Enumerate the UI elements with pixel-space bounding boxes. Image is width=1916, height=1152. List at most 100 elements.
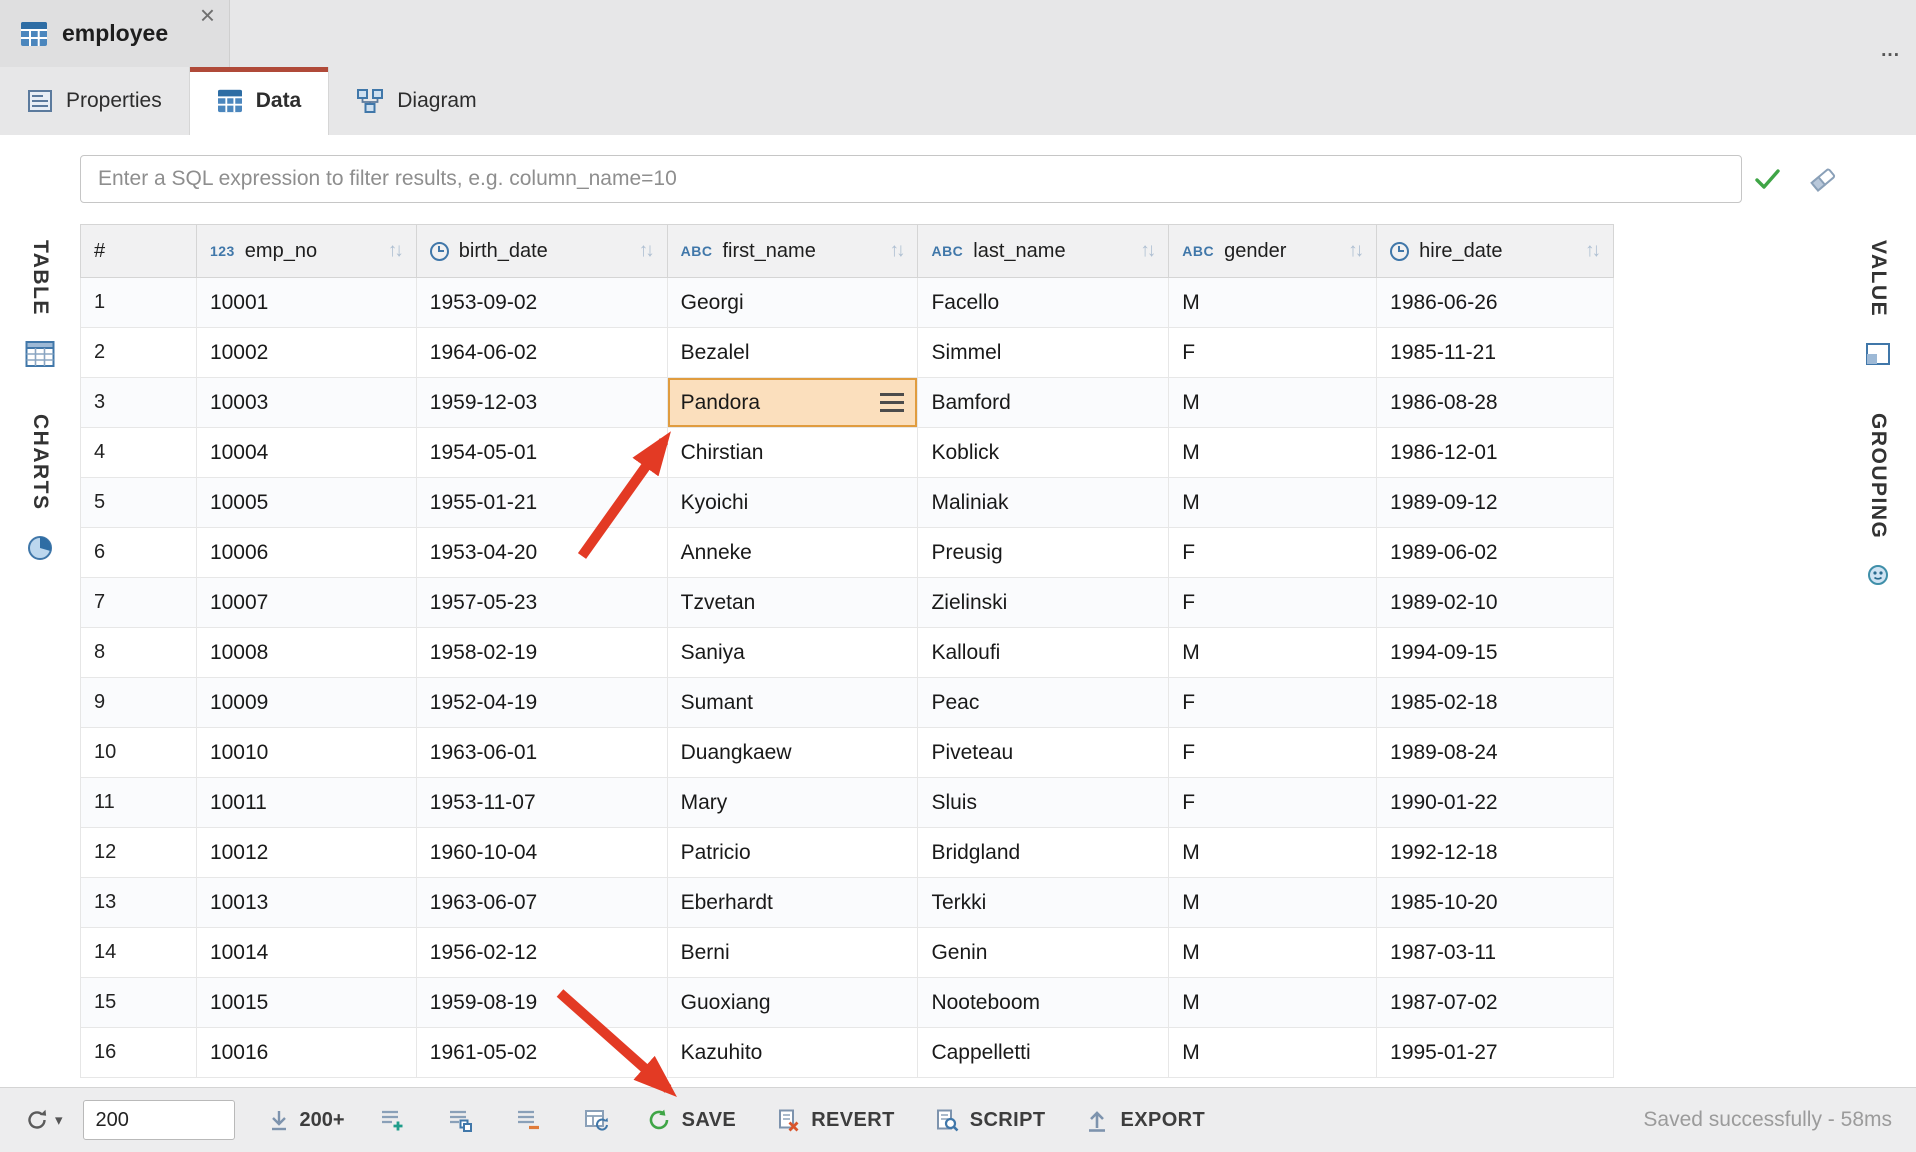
cell-gender[interactable]: M [1169,1028,1377,1077]
cell-gender[interactable]: M [1169,928,1377,977]
cell-last_name[interactable]: Piveteau [918,728,1169,777]
cell-first_name[interactable]: Eberhardt [668,878,919,927]
row-number-cell[interactable]: 9 [81,678,197,727]
row-number-cell[interactable]: 6 [81,528,197,577]
cell-birth_date[interactable]: 1953-09-02 [417,278,668,327]
sort-toggle-icon[interactable]: ↑↓ [1585,240,1600,262]
row-number-cell[interactable]: 8 [81,628,197,677]
cell-emp_no[interactable]: 10014 [197,928,417,977]
cell-gender[interactable]: F [1169,678,1377,727]
column-header-last_name[interactable]: ABClast_name↑↓ [918,225,1169,277]
row-number-cell[interactable]: 15 [81,978,197,1027]
cell-hire_date[interactable]: 1989-09-12 [1377,478,1614,527]
sort-toggle-icon[interactable]: ↑↓ [639,240,654,262]
cell-birth_date[interactable]: 1955-01-21 [417,478,668,527]
panel-tab-value[interactable]: VALUE [1865,240,1891,367]
row-number-cell[interactable]: 1 [81,278,197,327]
cell-last_name[interactable]: Facello [918,278,1169,327]
cell-gender[interactable]: M [1169,978,1377,1027]
cell-gender[interactable]: M [1169,828,1377,877]
cell-birth_date[interactable]: 1954-05-01 [417,428,668,477]
column-header-first_name[interactable]: ABCfirst_name↑↓ [668,225,919,277]
cell-gender[interactable]: M [1169,278,1377,327]
cell-first_name[interactable]: Pandora [668,378,919,427]
cell-gender[interactable]: F [1169,778,1377,827]
cell-birth_date[interactable]: 1959-08-19 [417,978,668,1027]
cell-emp_no[interactable]: 10007 [197,578,417,627]
row-number-cell[interactable]: 12 [81,828,197,877]
cell-hire_date[interactable]: 1987-03-11 [1377,928,1614,977]
row-number-cell[interactable]: 7 [81,578,197,627]
sort-toggle-icon[interactable]: ↑↓ [1140,240,1155,262]
cell-first_name[interactable]: Guoxiang [668,978,919,1027]
revert-button[interactable]: REVERT [776,1108,895,1132]
cell-emp_no[interactable]: 10005 [197,478,417,527]
cell-last_name[interactable]: Simmel [918,328,1169,377]
row-number-cell[interactable]: 10 [81,728,197,777]
add-row-button[interactable] [379,1107,405,1133]
column-header-gender[interactable]: ABCgender↑↓ [1169,225,1377,277]
cell-birth_date[interactable]: 1956-02-12 [417,928,668,977]
cell-first_name[interactable]: Duangkaew [668,728,919,777]
cell-hire_date[interactable]: 1989-02-10 [1377,578,1614,627]
cell-hire_date[interactable]: 1995-01-27 [1377,1028,1614,1077]
cell-hire_date[interactable]: 1985-02-18 [1377,678,1614,727]
cell-last_name[interactable]: Peac [918,678,1169,727]
tab-diagram[interactable]: Diagram [329,67,503,135]
cell-birth_date[interactable]: 1959-12-03 [417,378,668,427]
row-number-cell[interactable]: 2 [81,328,197,377]
cell-birth_date[interactable]: 1952-04-19 [417,678,668,727]
cell-emp_no[interactable]: 10013 [197,878,417,927]
cell-hire_date[interactable]: 1986-12-01 [1377,428,1614,477]
script-button[interactable]: SCRIPT [935,1108,1046,1132]
fetch-next-page-button[interactable]: 200+ [267,1108,345,1132]
cell-emp_no[interactable]: 10006 [197,528,417,577]
cell-first_name[interactable]: Berni [668,928,919,977]
tab-overflow-icon[interactable]: ... [1881,40,1900,62]
cell-birth_date[interactable]: 1953-04-20 [417,528,668,577]
save-button[interactable]: SAVE [647,1108,737,1132]
cell-emp_no[interactable]: 10010 [197,728,417,777]
cell-gender[interactable]: M [1169,628,1377,677]
close-tab-icon[interactable]: × [200,2,215,28]
cell-first_name[interactable]: Kazuhito [668,1028,919,1077]
cell-birth_date[interactable]: 1963-06-07 [417,878,668,927]
fetch-size-input[interactable] [83,1100,235,1140]
cell-hire_date[interactable]: 1994-09-15 [1377,628,1614,677]
cell-gender[interactable]: M [1169,478,1377,527]
cell-hire_date[interactable]: 1990-01-22 [1377,778,1614,827]
row-number-cell[interactable]: 14 [81,928,197,977]
row-number-cell[interactable]: 5 [81,478,197,527]
cell-gender[interactable]: F [1169,728,1377,777]
cell-birth_date[interactable]: 1958-02-19 [417,628,668,677]
clear-filter-eraser-icon[interactable] [1810,166,1838,193]
row-number-header[interactable]: # [81,225,197,277]
cell-hire_date[interactable]: 1987-07-02 [1377,978,1614,1027]
cell-gender[interactable]: F [1169,528,1377,577]
cell-first_name[interactable]: Chirstian [668,428,919,477]
cell-gender[interactable]: M [1169,878,1377,927]
cell-emp_no[interactable]: 10011 [197,778,417,827]
cell-first_name[interactable]: Saniya [668,628,919,677]
cell-birth_date[interactable]: 1964-06-02 [417,328,668,377]
panel-tab-grouping[interactable]: GROUPING [1866,413,1890,587]
cell-first_name[interactable]: Tzvetan [668,578,919,627]
cell-first_name[interactable]: Mary [668,778,919,827]
cell-emp_no[interactable]: 10004 [197,428,417,477]
refresh-dropdown-button[interactable]: ▾ [24,1107,63,1133]
cell-menu-icon[interactable] [880,401,904,404]
presentation-tab-charts[interactable]: CHARTS [26,414,54,563]
column-header-hire_date[interactable]: hire_date↑↓ [1377,225,1614,277]
cell-last_name[interactable]: Bridgland [918,828,1169,877]
column-header-emp_no[interactable]: 123emp_no↑↓ [197,225,417,277]
apply-filter-check-icon[interactable] [1752,164,1782,194]
cell-last_name[interactable]: Nooteboom [918,978,1169,1027]
sql-filter-input[interactable] [80,155,1742,203]
cell-hire_date[interactable]: 1985-11-21 [1377,328,1614,377]
sort-toggle-icon[interactable]: ↑↓ [1348,240,1363,262]
cell-emp_no[interactable]: 10012 [197,828,417,877]
cell-last_name[interactable]: Cappelletti [918,1028,1169,1077]
row-number-cell[interactable]: 11 [81,778,197,827]
cell-birth_date[interactable]: 1957-05-23 [417,578,668,627]
refresh-rows-button[interactable] [583,1107,609,1133]
